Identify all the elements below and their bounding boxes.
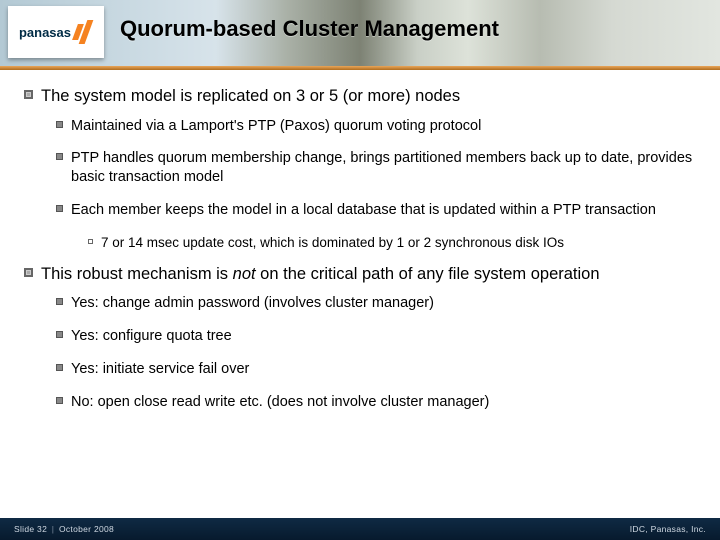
bullet-icon (24, 90, 33, 99)
footer-right: IDC, Panasas, Inc. (630, 524, 706, 534)
company-logo: panasas (8, 6, 104, 58)
bullet-text: The system model is replicated on 3 or 5… (41, 86, 460, 107)
bullet-level2: Each member keeps the model in a local d… (56, 201, 696, 220)
bullet-icon (56, 397, 63, 404)
bullet-text: Yes: change admin password (involves clu… (71, 294, 434, 313)
text-segment: This robust mechanism is (41, 265, 233, 283)
slide-title: Quorum-based Cluster Management (120, 16, 499, 42)
footer-left: Slide 32October 2008 (14, 524, 114, 534)
bullet-icon (56, 298, 63, 305)
bullet-text: PTP handles quorum membership change, br… (71, 149, 696, 187)
bullet-text: 7 or 14 msec update cost, which is domin… (101, 234, 564, 252)
bullet-icon (56, 331, 63, 338)
bullet-text: This robust mechanism is not on the crit… (41, 264, 600, 285)
bullet-text: No: open close read write etc. (does not… (71, 393, 489, 412)
bullet-text: Yes: configure quota tree (71, 327, 232, 346)
bullet-icon (56, 121, 63, 128)
slide-header: panasas Quorum-based Cluster Management (0, 0, 720, 66)
bullet-level1: This robust mechanism is not on the crit… (24, 264, 696, 285)
bullet-text: Yes: initiate service fail over (71, 360, 249, 379)
header-divider (0, 66, 720, 70)
footer-date: October 2008 (47, 524, 114, 534)
slide-body: The system model is replicated on 3 or 5… (0, 78, 720, 426)
bullet-text: Each member keeps the model in a local d… (71, 201, 656, 220)
logo-icon (75, 20, 93, 44)
bullet-level2: Yes: change admin password (involves clu… (56, 294, 696, 313)
bullet-icon (56, 205, 63, 212)
text-segment: on the critical path of any file system … (256, 265, 600, 283)
bullet-icon (56, 364, 63, 371)
slide: panasas Quorum-based Cluster Management … (0, 0, 720, 540)
logo-text: panasas (19, 26, 71, 39)
bullet-level3: 7 or 14 msec update cost, which is domin… (88, 234, 696, 252)
text-emphasis: not (233, 265, 256, 283)
bullet-level2: Yes: initiate service fail over (56, 360, 696, 379)
slide-footer: Slide 32October 2008 IDC, Panasas, Inc. (0, 518, 720, 540)
bullet-level2: No: open close read write etc. (does not… (56, 393, 696, 412)
bullet-level2: Maintained via a Lamport's PTP (Paxos) q… (56, 117, 696, 136)
bullet-level2: PTP handles quorum membership change, br… (56, 149, 696, 187)
footer-slide-number: Slide 32 (14, 524, 47, 534)
bullet-level1: The system model is replicated on 3 or 5… (24, 86, 696, 107)
bullet-icon (24, 268, 33, 277)
bullet-text: Maintained via a Lamport's PTP (Paxos) q… (71, 117, 481, 136)
bullet-level2: Yes: configure quota tree (56, 327, 696, 346)
bullet-icon (88, 239, 93, 244)
bullet-icon (56, 153, 63, 160)
